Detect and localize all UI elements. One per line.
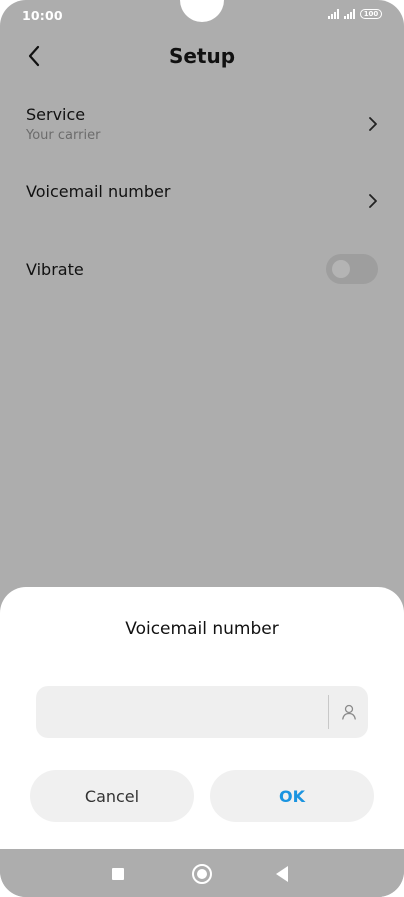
cancel-button[interactable]: Cancel bbox=[30, 770, 194, 822]
circle-icon[interactable] bbox=[192, 864, 212, 884]
signal-icon-2 bbox=[344, 9, 355, 19]
triangle-back-icon[interactable] bbox=[276, 866, 288, 882]
voicemail-number-row[interactable]: Voicemail number bbox=[0, 176, 404, 232]
service-subtitle: Your carrier bbox=[26, 128, 101, 143]
chevron-right-icon bbox=[369, 117, 377, 131]
phone-frame: 10:00 100 Setup Service Your carrier Voi… bbox=[0, 0, 404, 897]
person-icon bbox=[342, 704, 356, 720]
navigation-bar bbox=[0, 849, 404, 897]
battery-icon: 100 bbox=[360, 9, 382, 19]
field-divider bbox=[328, 695, 329, 729]
ok-button[interactable]: OK bbox=[210, 770, 374, 822]
voicemail-dialog: Voicemail number Cancel OK bbox=[0, 587, 404, 849]
screen: 10:00 100 Setup Service Your carrier Voi… bbox=[0, 0, 404, 897]
status-time: 10:00 bbox=[22, 8, 63, 23]
voicemail-number-title: Voicemail number bbox=[26, 182, 171, 201]
vibrate-toggle[interactable] bbox=[326, 254, 378, 284]
service-row[interactable]: Service Your carrier bbox=[0, 100, 404, 160]
contacts-button[interactable] bbox=[336, 699, 362, 725]
signal-icon bbox=[328, 9, 339, 19]
battery-level: 100 bbox=[363, 9, 379, 18]
status-bar: 10:00 100 bbox=[0, 0, 404, 32]
camera-notch bbox=[180, 0, 224, 22]
dialog-title: Voicemail number bbox=[125, 619, 279, 639]
voicemail-number-input[interactable] bbox=[36, 686, 321, 738]
chevron-right-icon bbox=[369, 194, 377, 208]
status-icons: 100 bbox=[328, 9, 382, 19]
voicemail-number-field bbox=[36, 686, 368, 738]
vibrate-row: Vibrate bbox=[0, 252, 404, 288]
vibrate-title: Vibrate bbox=[26, 260, 84, 279]
page-title: Setup bbox=[168, 44, 236, 68]
square-icon[interactable] bbox=[112, 868, 124, 880]
toggle-knob bbox=[332, 260, 350, 278]
service-title: Service bbox=[26, 105, 86, 124]
